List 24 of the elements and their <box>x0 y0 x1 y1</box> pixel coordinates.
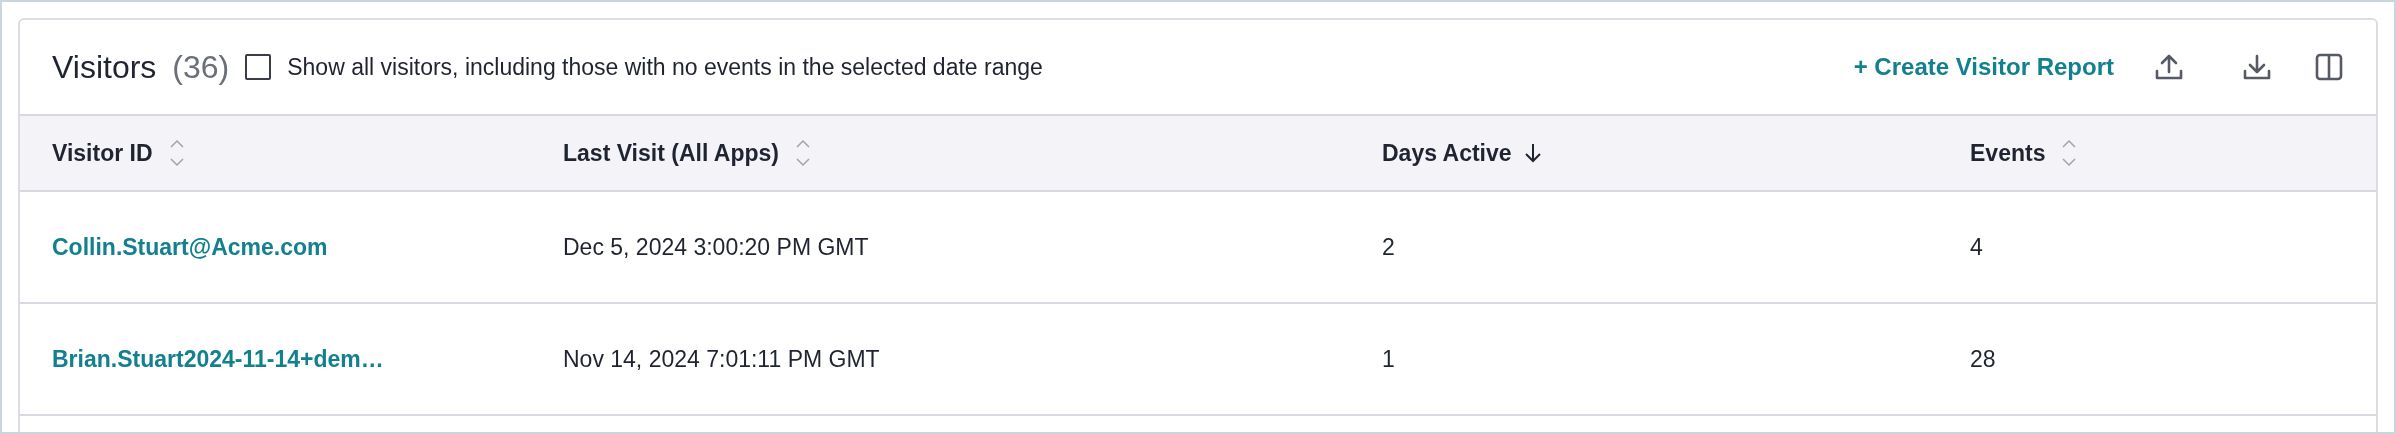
visitor-count: (36) <box>172 48 230 87</box>
columns-icon[interactable] <box>2314 52 2344 82</box>
table-cell: 2 <box>1382 233 1395 260</box>
table-cell: 28 <box>1970 345 1996 372</box>
table-cell: 4 <box>1970 233 1983 260</box>
sort-icon <box>795 138 811 168</box>
column-header[interactable]: Days Active <box>1382 135 1512 171</box>
show-all-checkbox[interactable] <box>245 54 272 80</box>
upload-icon[interactable] <box>2154 52 2184 82</box>
visitor-link[interactable]: Brian.Stuart2024-11-14+dem… <box>52 345 384 372</box>
column-header[interactable]: Last Visit (All Apps) <box>563 135 779 171</box>
download-icon[interactable] <box>2242 52 2272 82</box>
table-cell: 1 <box>1382 345 1395 372</box>
column-header[interactable]: Events <box>1970 135 2046 171</box>
sort-icon <box>168 138 185 168</box>
table-cell: Nov 14, 2024 7:01:11 PM GMT <box>563 345 880 372</box>
create-report-link[interactable]: + Create Visitor Report <box>1853 49 2114 85</box>
table-cell: Dec 5, 2024 3:00:20 PM GMT <box>563 233 869 260</box>
column-header[interactable]: Visitor ID <box>52 135 153 171</box>
sort-descending-icon <box>1523 142 1542 164</box>
checkbox-label: Show all visitors, including those with no events in the selected date range <box>287 52 1043 82</box>
sort-icon <box>2061 138 2078 168</box>
page-title: Visitors <box>52 48 157 87</box>
visitor-link[interactable]: Collin.Stuart@Acme.com <box>52 233 328 260</box>
